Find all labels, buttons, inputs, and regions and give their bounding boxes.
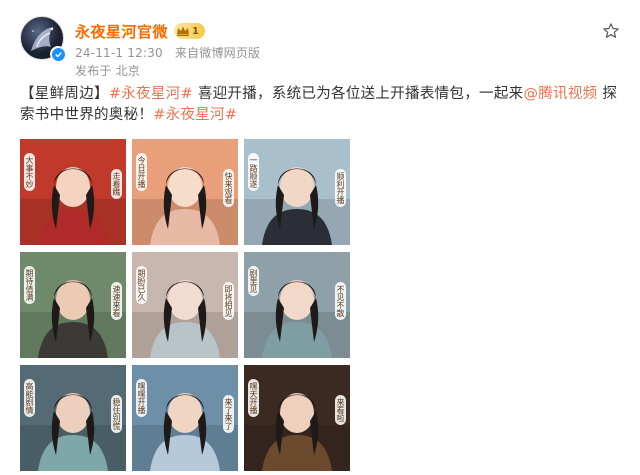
- post-location: 发布于 北京: [75, 64, 141, 78]
- grid-image-3[interactable]: 一路顺遂 顺利开播: [244, 139, 350, 245]
- post-source: 来自微博网页版: [174, 46, 261, 60]
- image-grid: 大事不妙 走着瞧 今日开播 快来观看 一路顺遂 顺利开播 期待值满 速速来看 期盼已久 即将相见剧…: [20, 139, 350, 471]
- mention-link[interactable]: @腾讯视频: [523, 86, 597, 102]
- grid-image-1[interactable]: 大事不妙 走着瞧: [20, 139, 126, 245]
- vip-level: 1: [192, 25, 199, 37]
- verified-badge-icon: [50, 46, 66, 62]
- sticker-caption-left: 今日开播: [136, 153, 147, 191]
- grid-image-4[interactable]: 期待值满 速速来看: [20, 252, 126, 358]
- sticker-caption-right: 即将相见: [223, 282, 234, 320]
- vip-badge[interactable]: 1: [174, 23, 205, 39]
- username[interactable]: 永夜星河官微: [75, 21, 168, 42]
- crown-icon: [177, 26, 190, 37]
- sticker-caption-right: 不见不散: [335, 282, 346, 320]
- sticker-caption-left: 期盼已久: [136, 266, 147, 304]
- star-icon[interactable]: [602, 22, 620, 40]
- grid-image-5[interactable]: 期盼已久 即将相见: [132, 252, 238, 358]
- post-date[interactable]: 24-11-1 12:30: [75, 46, 163, 60]
- sticker-caption-right: 顺利开播: [335, 169, 346, 207]
- grid-image-7[interactable]: 高能剧情 稳住别慌: [20, 365, 126, 471]
- user-name-row: 永夜星河官微 1: [75, 20, 205, 42]
- grid-image-2[interactable]: 今日开播 快来观看: [132, 139, 238, 245]
- grid-image-8[interactable]: 嘿嘿开播 来了来了: [132, 365, 238, 471]
- sticker-caption-right: 来看啦: [335, 395, 346, 425]
- grid-image-9[interactable]: 嘿天开播 来看啦: [244, 365, 350, 471]
- post-text: 【星鲜周边】#永夜星河# 喜迎开播，系统已为各位送上开播表情包，一起来@腾讯视频…: [20, 84, 620, 126]
- post-prefix: 【星鲜周边】: [20, 86, 109, 102]
- mention-text: @腾讯视频: [523, 86, 598, 102]
- hashtag-link-2[interactable]: #永夜星河#: [153, 107, 237, 123]
- avatar[interactable]: [20, 16, 66, 62]
- sticker-caption-right: 速速来看: [111, 282, 122, 320]
- post-meta: 24-11-1 12:30 来自微博网页版: [75, 44, 260, 61]
- post-body: 喜迎开播，系统已为各位送上开播表情包，一起来: [192, 86, 524, 102]
- grid-image-6[interactable]: 剧里见不见不散: [244, 252, 350, 358]
- sticker-caption-right: 走着瞧: [111, 169, 122, 199]
- sticker-caption-right: 来了来了: [223, 395, 234, 433]
- sticker-caption-left: 高能剧情: [24, 379, 35, 417]
- sticker-caption-left: 大事不妙: [24, 153, 35, 191]
- sticker-caption-left: 一路顺遂: [248, 153, 259, 191]
- sticker-caption-left: 剧里见: [248, 266, 259, 296]
- weibo-post-card: 永夜星河官微 1 24-11-1 12:30 来自微博网页版 发布于 北京 【星…: [0, 0, 640, 475]
- sticker-caption-left: 嘿天开播: [248, 379, 259, 417]
- sticker-caption-right: 稳住别慌: [111, 395, 122, 433]
- hashtag-link[interactable]: #永夜星河#: [109, 86, 193, 102]
- sticker-caption-right: 快来观看: [223, 169, 234, 207]
- sticker-caption-left: 嘿嘿开播: [136, 379, 147, 417]
- sticker-caption-left: 期待值满: [24, 266, 35, 304]
